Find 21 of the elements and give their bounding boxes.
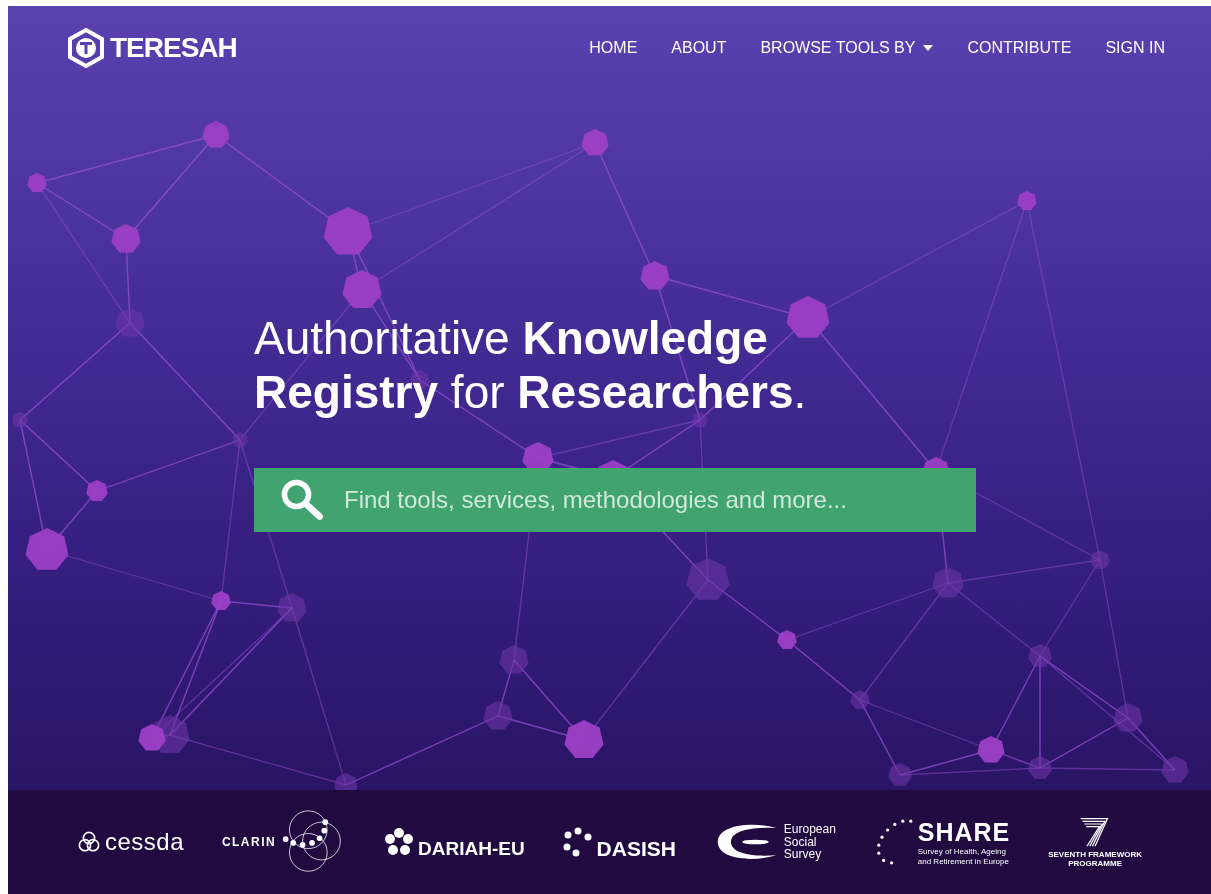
nav-dropdown[interactable]: BROWSE TOOLS BY (760, 39, 934, 57)
partner-logo-text: DASISH (596, 837, 676, 861)
caret-icon (923, 45, 934, 51)
flower-logo-icon (384, 827, 415, 857)
partner-tagline: Survey of Health, Ageing and Retirement in Europe (917, 847, 1010, 866)
partner-logo-text: SHARE (917, 818, 1011, 848)
partner-logo-text: DARIAH-EU (418, 838, 525, 860)
partner-logo-text: CLARIN (221, 835, 277, 849)
knot-logo-icon (76, 830, 101, 854)
nav-link[interactable]: ABOUT (671, 39, 727, 57)
search-field[interactable]: Find tools, services, methodologies and more... (254, 467, 976, 532)
hexagon-t-logo-icon[interactable] (66, 28, 106, 68)
nav-link[interactable]: CONTRIBUTE (967, 39, 1072, 57)
nav-link[interactable]: SIGN IN (1105, 39, 1165, 57)
partner-logo-text: European Social Survey (783, 823, 836, 861)
site-logo-text[interactable]: TERESAH (110, 32, 237, 64)
partner-logo-text: SEVENTH FRAMEWORK PROGRAMME (1048, 849, 1142, 869)
hero-headline: Authoritative Knowledge Registry for Researchers. (254, 311, 808, 420)
dots-logo-icon (562, 827, 593, 857)
nav-link[interactable]: HOME (589, 39, 638, 57)
partner-logo-text: cessda (104, 828, 184, 856)
